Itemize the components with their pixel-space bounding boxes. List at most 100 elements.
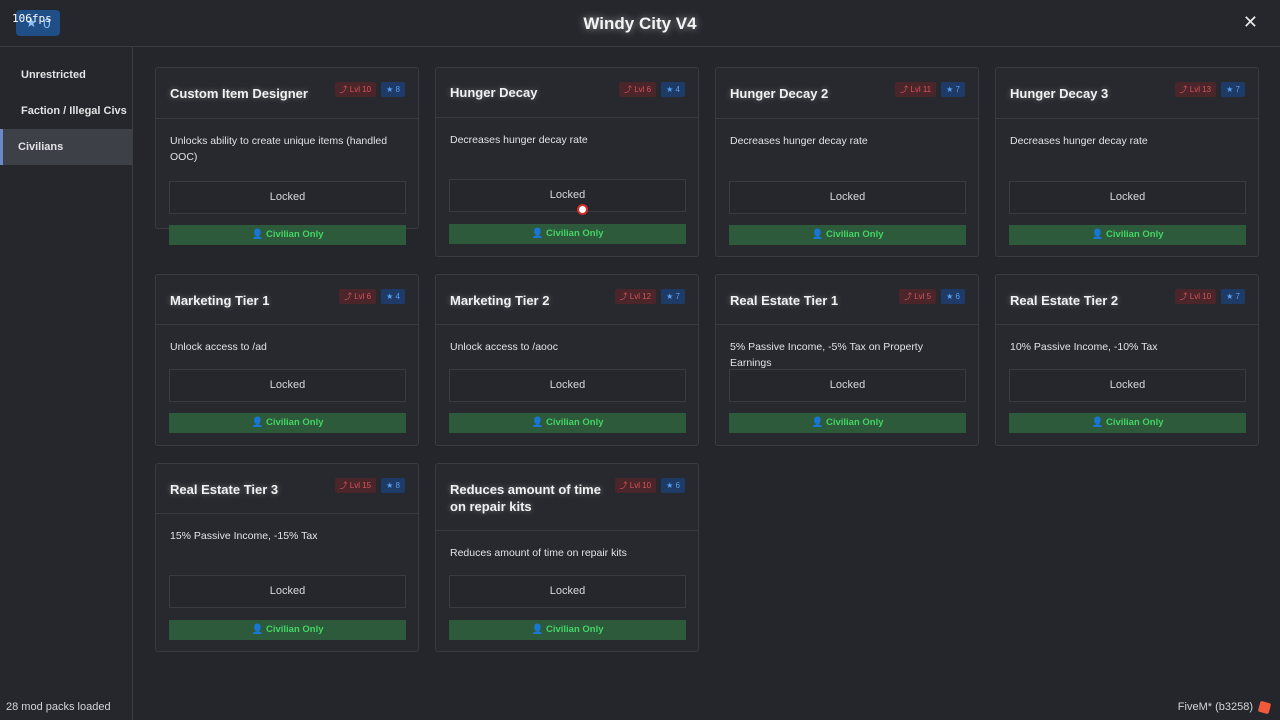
locked-button[interactable]: Locked xyxy=(169,181,406,214)
card-header: Real Estate Tier 2 ⤴ Lvl 10 ★ 7 xyxy=(996,275,1258,325)
level-badge: ⤴ Lvl 10 xyxy=(614,478,657,493)
card-title: Hunger Decay xyxy=(450,85,538,100)
star-badge: ★ 4 xyxy=(661,82,685,97)
user-icon: 👤 xyxy=(251,229,264,240)
perk-card: Hunger Decay 2 ⤴ Lvl 11 ★ 7 Decreases hu… xyxy=(715,67,979,257)
card-header: Hunger Decay 3 ⤴ Lvl 13 ★ 7 xyxy=(996,68,1258,119)
no-entry-cursor-icon xyxy=(577,204,588,215)
perk-card: Marketing Tier 1 ⤴ Lvl 6 ★ 4 Unlock acce… xyxy=(155,274,419,446)
locked-button[interactable]: Locked xyxy=(449,369,686,402)
user-icon: 👤 xyxy=(251,417,264,428)
perk-card: Hunger Decay ⤴ Lvl 6 ★ 4 Decreases hunge… xyxy=(435,67,699,257)
card-title: Marketing Tier 1 xyxy=(170,293,270,308)
card-description: Unlock access to /ad xyxy=(170,341,267,353)
sidebar-item-faction-illegal-civs[interactable]: Faction / Illegal Civs xyxy=(0,93,132,129)
card-header: Real Estate Tier 1 ⤴ Lvl 5 ★ 6 xyxy=(716,275,978,325)
civilian-only-badge: 👤 Civilian Only xyxy=(449,224,686,244)
level-badge: ⤴ Lvl 6 xyxy=(619,82,657,97)
locked-button[interactable]: Locked xyxy=(449,179,686,212)
star-badge: ★ 7 xyxy=(941,82,965,97)
locked-button[interactable]: Locked xyxy=(169,575,406,608)
level-badge: ⤴ Lvl 11 xyxy=(895,82,937,97)
card-header: Hunger Decay ⤴ Lvl 6 ★ 4 xyxy=(436,68,698,118)
card-description: Decreases hunger decay rate xyxy=(1010,135,1148,147)
perk-card: Real Estate Tier 3 ⤴ Lvl 15 ★ 8 15% Pass… xyxy=(155,463,419,652)
perk-card: Marketing Tier 2 ⤴ Lvl 12 ★ 7 Unlock acc… xyxy=(435,274,699,446)
fivem-logo-icon xyxy=(1257,700,1272,714)
locked-button[interactable]: Locked xyxy=(729,181,966,214)
build-info: FiveM* (b3258) xyxy=(1177,700,1272,714)
header-bar: ★ 0 106fps Windy City V4 ✕ xyxy=(0,0,1280,47)
sidebar-item-unrestricted[interactable]: Unrestricted xyxy=(0,57,132,93)
sidebar: Unrestricted Faction / Illegal Civs Civi… xyxy=(0,47,133,720)
card-title: Hunger Decay 3 xyxy=(1010,86,1109,101)
locked-button[interactable]: Locked xyxy=(1009,369,1246,402)
level-badge: ⤴ Lvl 13 xyxy=(1174,82,1217,97)
card-header: Real Estate Tier 3 ⤴ Lvl 15 ★ 8 xyxy=(156,464,418,514)
card-header: Hunger Decay 2 ⤴ Lvl 11 ★ 7 xyxy=(716,68,978,119)
card-title: Real Estate Tier 1 xyxy=(730,293,839,308)
card-description: Reduces amount of time on repair kits xyxy=(450,547,627,559)
locked-button[interactable]: Locked xyxy=(1009,181,1246,214)
card-title: Marketing Tier 2 xyxy=(450,293,550,308)
level-badge: ⤴ Lvl 10 xyxy=(334,82,377,97)
user-icon: 👤 xyxy=(531,228,544,239)
level-badge: ⤴ Lvl 6 xyxy=(339,289,377,304)
user-icon: 👤 xyxy=(1091,229,1104,240)
civilian-only-badge: 👤 Civilian Only xyxy=(449,413,686,433)
star-badge: ★ 8 xyxy=(381,478,405,493)
star-badge: ★ 4 xyxy=(381,289,405,304)
perk-card: Custom Item Designer ⤴ Lvl 10 ★ 8 Unlock… xyxy=(155,67,419,245)
card-header: Custom Item Designer ⤴ Lvl 10 ★ 8 xyxy=(156,68,418,119)
star-badge: ★ 7 xyxy=(1221,289,1245,304)
card-title: Reduces amount of time on repair kits xyxy=(450,482,601,514)
locked-button[interactable]: Locked xyxy=(449,575,686,608)
card-header: Marketing Tier 1 ⤴ Lvl 6 ★ 4 xyxy=(156,275,418,325)
star-badge: ★ 7 xyxy=(1221,82,1245,97)
level-badge: ⤴ Lvl 15 xyxy=(334,478,377,493)
perk-card: Real Estate Tier 1 ⤴ Lvl 5 ★ 6 5% Passiv… xyxy=(715,274,979,446)
mod-packs-status: 28 mod packs loaded xyxy=(6,701,111,713)
card-description: 15% Passive Income, -15% Tax xyxy=(170,530,318,542)
app-title: Windy City V4 xyxy=(583,14,697,33)
card-header: Reduces amount of time on repair kits ⤴ … xyxy=(436,464,698,531)
card-description: Unlock access to /aooc xyxy=(450,341,558,353)
civilian-only-badge: 👤 Civilian Only xyxy=(169,620,406,640)
locked-button[interactable]: Locked xyxy=(169,369,406,402)
civilian-only-badge: 👤 Civilian Only xyxy=(729,413,966,433)
user-icon: 👤 xyxy=(531,624,544,635)
card-title: Real Estate Tier 3 xyxy=(170,482,279,497)
star-badge: ★ 8 xyxy=(381,82,405,97)
card-description: Unlocks ability to create unique items (… xyxy=(170,135,388,163)
level-badge: ⤴ Lvl 5 xyxy=(899,289,937,304)
user-icon: 👤 xyxy=(811,229,824,240)
user-icon: 👤 xyxy=(251,624,264,635)
civilian-only-badge: 👤 Civilian Only xyxy=(449,620,686,640)
user-icon: 👤 xyxy=(811,417,824,428)
star-badge: ★ 6 xyxy=(661,478,685,493)
close-button[interactable]: ✕ xyxy=(1243,12,1258,32)
card-description: Decreases hunger decay rate xyxy=(730,135,868,147)
civilian-only-badge: 👤 Civilian Only xyxy=(729,225,966,245)
perk-card: Hunger Decay 3 ⤴ Lvl 13 ★ 7 Decreases hu… xyxy=(995,67,1259,257)
card-title: Real Estate Tier 2 xyxy=(1010,293,1119,308)
level-badge: ⤴ Lvl 12 xyxy=(614,289,657,304)
card-title: Custom Item Designer xyxy=(170,86,308,101)
build-label: FiveM* (b3258) xyxy=(1177,701,1253,713)
star-badge: ★ 6 xyxy=(941,289,965,304)
card-description: 5% Passive Income, -5% Tax on Property E… xyxy=(730,341,923,369)
perk-card: Real Estate Tier 2 ⤴ Lvl 10 ★ 7 10% Pass… xyxy=(995,274,1259,446)
card-description: 10% Passive Income, -10% Tax xyxy=(1010,341,1158,353)
civilian-only-badge: 👤 Civilian Only xyxy=(1009,225,1246,245)
civilian-only-badge: 👤 Civilian Only xyxy=(169,225,406,245)
perk-card: Reduces amount of time on repair kits ⤴ … xyxy=(435,463,699,652)
sidebar-item-civilians[interactable]: Civilians xyxy=(0,129,132,165)
civilian-only-badge: 👤 Civilian Only xyxy=(1009,413,1246,433)
user-icon: 👤 xyxy=(531,417,544,428)
locked-button[interactable]: Locked xyxy=(729,369,966,402)
card-description: Decreases hunger decay rate xyxy=(450,134,588,146)
star-badge: ★ 7 xyxy=(661,289,685,304)
civilian-only-badge: 👤 Civilian Only xyxy=(169,413,406,433)
card-header: Marketing Tier 2 ⤴ Lvl 12 ★ 7 xyxy=(436,275,698,325)
card-title: Hunger Decay 2 xyxy=(730,86,829,101)
